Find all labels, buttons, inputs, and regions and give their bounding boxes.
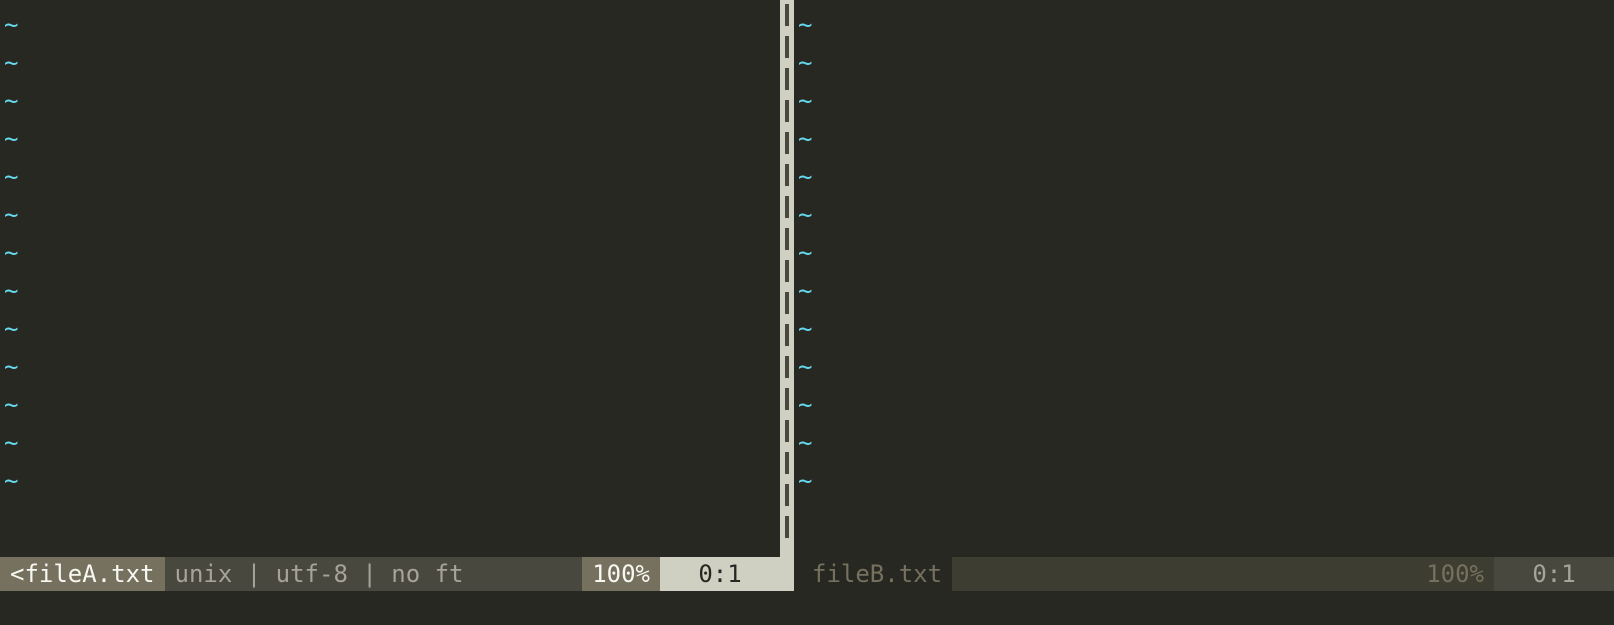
status-linecol: 0:1 bbox=[660, 557, 780, 591]
buffer-left[interactable]: ~~~~~~~~~~~~~ bbox=[0, 0, 780, 557]
split-dash bbox=[785, 36, 789, 58]
split-dash bbox=[785, 260, 789, 282]
empty-line-tilde: ~ bbox=[0, 310, 780, 348]
empty-line-tilde: ~ bbox=[0, 44, 780, 82]
empty-line-tilde: ~ bbox=[0, 386, 780, 424]
split-dash bbox=[785, 4, 789, 26]
split-dash bbox=[785, 68, 789, 90]
command-line[interactable] bbox=[0, 591, 1614, 625]
status-fileinfo bbox=[952, 557, 1416, 591]
split-dash bbox=[785, 132, 789, 154]
empty-line-tilde: ~ bbox=[794, 196, 1614, 234]
empty-line-tilde: ~ bbox=[0, 424, 780, 462]
status-percent: 100% bbox=[582, 557, 660, 591]
split-dash bbox=[785, 356, 789, 378]
empty-line-tilde: ~ bbox=[0, 6, 780, 44]
empty-line-tilde: ~ bbox=[794, 120, 1614, 158]
empty-line-tilde: ~ bbox=[794, 234, 1614, 272]
empty-line-tilde: ~ bbox=[0, 272, 780, 310]
empty-line-tilde: ~ bbox=[794, 386, 1614, 424]
pane-right: ~~~~~~~~~~~~~ fileB.txt 100% 0:1 bbox=[794, 0, 1614, 591]
status-filename: <fileA.txt bbox=[0, 557, 165, 591]
empty-line-tilde: ~ bbox=[794, 424, 1614, 462]
empty-line-tilde: ~ bbox=[0, 158, 780, 196]
empty-line-tilde: ~ bbox=[0, 120, 780, 158]
empty-line-tilde: ~ bbox=[794, 6, 1614, 44]
buffer-right[interactable]: ~~~~~~~~~~~~~ bbox=[794, 0, 1614, 557]
split-dash bbox=[785, 324, 789, 346]
empty-line-tilde: ~ bbox=[0, 234, 780, 272]
statusline-left: <fileA.txt unix | utf-8 | no ft 100% 0:1 bbox=[0, 557, 780, 591]
empty-line-tilde: ~ bbox=[794, 158, 1614, 196]
empty-line-tilde: ~ bbox=[794, 272, 1614, 310]
vertical-split-bar[interactable] bbox=[780, 0, 794, 591]
empty-line-tilde: ~ bbox=[794, 44, 1614, 82]
split-dash bbox=[785, 484, 789, 506]
split-dash bbox=[785, 388, 789, 410]
split-dash bbox=[785, 516, 789, 538]
empty-line-tilde: ~ bbox=[0, 462, 780, 500]
empty-line-tilde: ~ bbox=[0, 82, 780, 120]
split-dash bbox=[785, 452, 789, 474]
status-filename: fileB.txt bbox=[794, 557, 952, 591]
split-panes: ~~~~~~~~~~~~~ <fileA.txt unix | utf-8 | … bbox=[0, 0, 1614, 591]
statusline-right: fileB.txt 100% 0:1 bbox=[794, 557, 1614, 591]
status-percent: 100% bbox=[1416, 557, 1494, 591]
empty-line-tilde: ~ bbox=[0, 348, 780, 386]
empty-line-tilde: ~ bbox=[794, 310, 1614, 348]
status-linecol: 0:1 bbox=[1494, 557, 1614, 591]
split-dash bbox=[785, 164, 789, 186]
empty-line-tilde: ~ bbox=[0, 196, 780, 234]
split-dash bbox=[785, 292, 789, 314]
empty-line-tilde: ~ bbox=[794, 82, 1614, 120]
empty-line-tilde: ~ bbox=[794, 462, 1614, 500]
vim-editor: ~~~~~~~~~~~~~ <fileA.txt unix | utf-8 | … bbox=[0, 0, 1614, 625]
split-dash bbox=[785, 228, 789, 250]
split-dash bbox=[785, 100, 789, 122]
pane-left: ~~~~~~~~~~~~~ <fileA.txt unix | utf-8 | … bbox=[0, 0, 780, 591]
split-dash bbox=[785, 420, 789, 442]
split-dash bbox=[785, 196, 789, 218]
empty-line-tilde: ~ bbox=[794, 348, 1614, 386]
status-fileinfo: unix | utf-8 | no ft bbox=[165, 557, 583, 591]
